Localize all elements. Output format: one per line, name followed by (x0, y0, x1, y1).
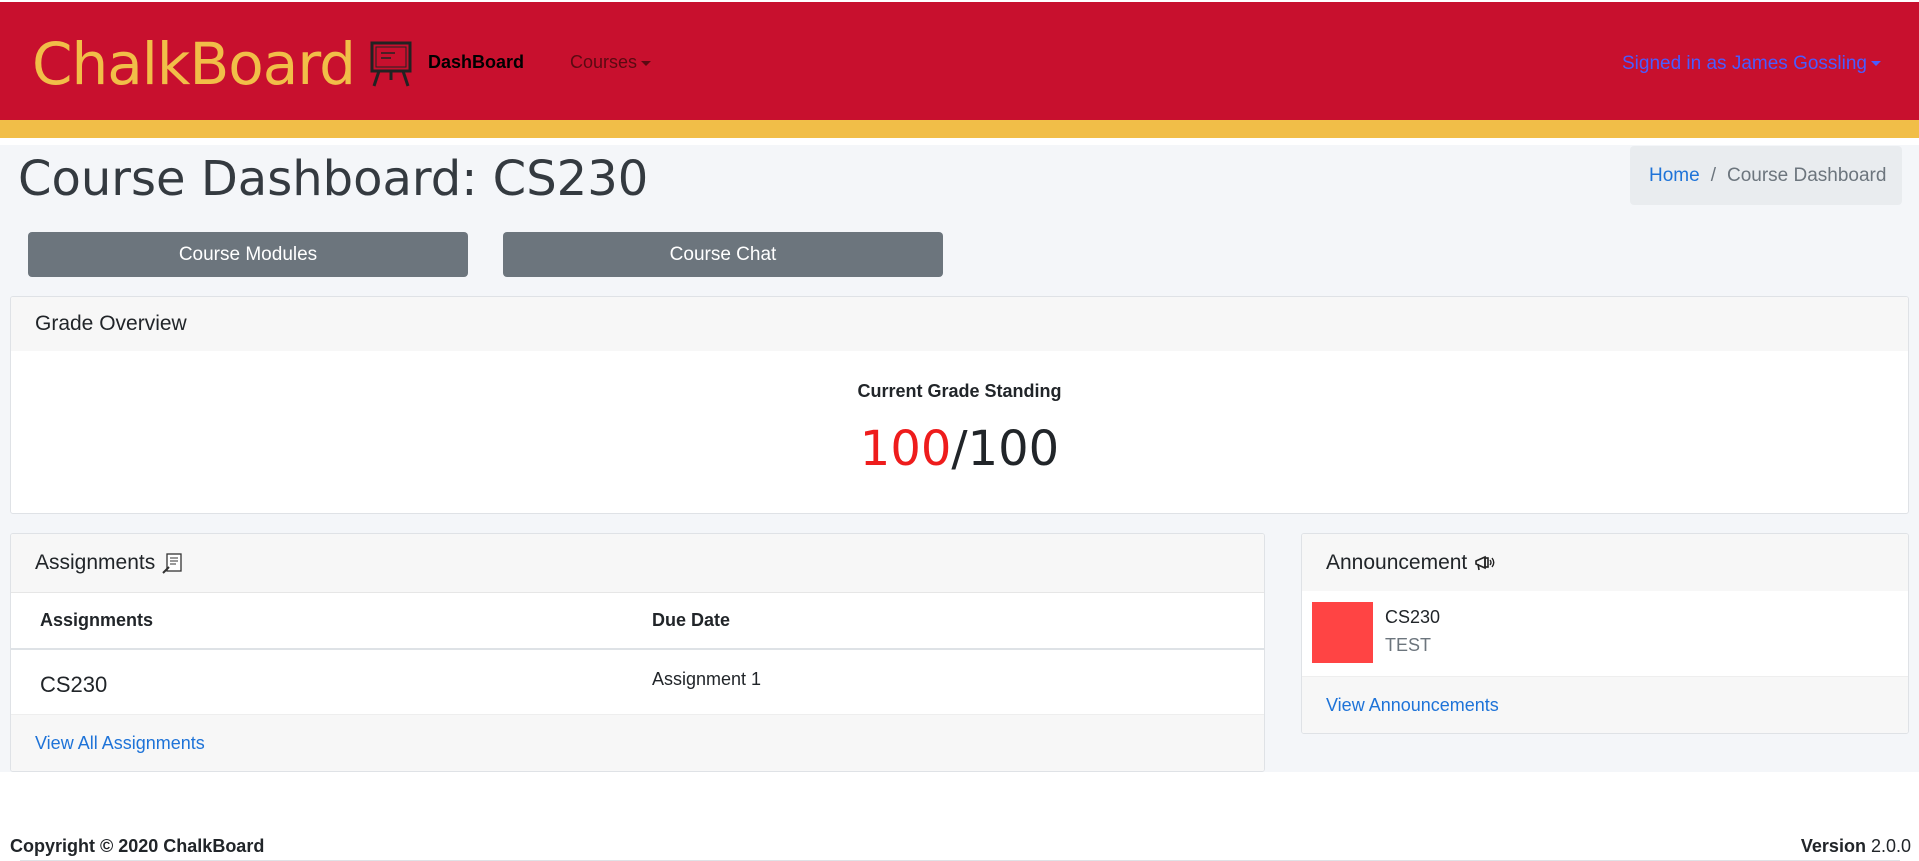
grade-overview-header: Grade Overview (11, 297, 1908, 351)
version-text: Version 2.0.0 (1801, 836, 1911, 857)
content-area: Course Dashboard: CS230 Home / Course Da… (0, 145, 1919, 772)
assignments-header: Assignments (11, 534, 1264, 593)
course-modules-button[interactable]: Course Modules (28, 232, 468, 277)
view-announcements-link[interactable]: View Announcements (1302, 676, 1908, 733)
assignments-header-label: Assignments (35, 551, 156, 574)
chalkboard-icon (370, 41, 412, 87)
user-menu-dropdown[interactable]: Signed in as James Gossling (1622, 53, 1881, 75)
assignment-course: CS230 (40, 672, 108, 697)
breadcrumb-separator: / (1710, 164, 1716, 186)
list-item[interactable]: CS230 TEST (1302, 591, 1908, 675)
grade-overview-card: Grade Overview Current Grade Standing 10… (10, 296, 1909, 514)
chevron-down-icon (641, 60, 652, 66)
top-navbar: ChalkBoard DashBoard Courses Signed in a… (0, 0, 1919, 138)
version-label: Version (1800, 836, 1866, 856)
table-row[interactable]: CS230 Assignment 1 (11, 650, 1264, 714)
announcement-header: Announcement (1302, 534, 1908, 591)
column-header-assignments: Assignments (40, 610, 154, 630)
announcement-course: CS230 (1385, 607, 1441, 627)
brand-name: ChalkBoard (32, 30, 356, 98)
table-header-row: Assignments Due Date (11, 593, 1264, 650)
nav-courses-dropdown[interactable]: Courses (570, 52, 652, 73)
announcement-card: Announcement CS230 TEST View Announcemen… (1301, 533, 1909, 734)
brand[interactable]: ChalkBoard (32, 30, 413, 98)
assignments-table: Assignments Due Date CS230 Assignment 1 (11, 593, 1264, 714)
announcement-text: TEST (1385, 635, 1432, 655)
grade-value: 100/100 (11, 421, 1908, 477)
grade-standing-label: Current Grade Standing (857, 381, 1062, 401)
page-footer: Copyright © 2020 ChalkBoard Version 2.0.… (0, 772, 1919, 861)
assignment-name: Assignment 1 (652, 669, 762, 689)
chevron-down-icon (1871, 61, 1881, 67)
course-chat-button[interactable]: Course Chat (503, 232, 943, 277)
nav-courses-label: Courses (570, 52, 638, 72)
assignments-card: Assignments Assignments Due Date CS230 A… (10, 533, 1265, 772)
nav-dashboard[interactable]: DashBoard (428, 52, 524, 73)
column-header-due-date: Due Date (652, 610, 731, 630)
announcement-header-label: Announcement (1326, 550, 1468, 574)
megaphone-icon (1475, 555, 1495, 570)
user-menu-label: Signed in as James Gossling (1621, 53, 1867, 74)
breadcrumb: Home / Course Dashboard (1630, 146, 1902, 205)
grade-score: 100 (859, 421, 952, 477)
breadcrumb-current: Course Dashboard (1726, 164, 1887, 186)
accent-stripe (0, 120, 1919, 138)
version-value: 2.0.0 (1870, 836, 1911, 856)
breadcrumb-home-link[interactable]: Home (1649, 165, 1700, 187)
page-title: Course Dashboard: CS230 (18, 151, 649, 207)
grade-total: 100 (967, 421, 1060, 477)
grade-separator: / (951, 421, 968, 477)
announcement-color-swatch (1312, 602, 1373, 663)
copyright-text: Copyright © 2020 ChalkBoard (10, 836, 265, 856)
assignment-icon (162, 553, 182, 574)
view-all-assignments-link[interactable]: View All Assignments (11, 714, 1264, 771)
